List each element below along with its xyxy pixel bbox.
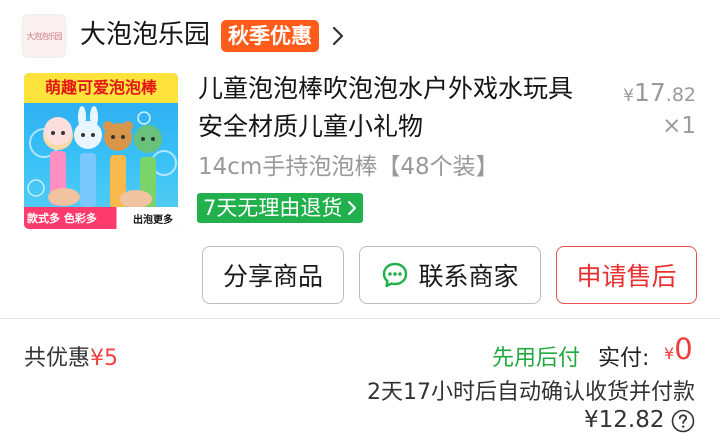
quantity: ×1 (662, 113, 696, 139)
after-sale-button[interactable]: 申请售后 (556, 246, 697, 304)
after-sale-label: 申请售后 (576, 262, 677, 291)
discount-label: 共优惠 (24, 346, 91, 371)
discount-summary: 共优惠¥5 (24, 340, 118, 372)
unit-price: ¥17.82 (601, 78, 696, 107)
contact-seller-button[interactable]: 联系商家 (359, 246, 541, 304)
return-policy-tag[interactable]: 7天无理由退货 (197, 193, 364, 223)
image-footer: 款式多 色彩多 出泡更多 (24, 207, 178, 229)
chevron-right-icon[interactable] (330, 24, 346, 48)
pay-later-label: 先用后付 (492, 346, 581, 371)
paid-value: 0 (674, 332, 693, 366)
image-footer-right: 出泡更多 (131, 210, 175, 226)
price-currency: ¥ (623, 86, 634, 106)
paid-amount: ¥0 (664, 332, 693, 366)
divider (0, 318, 720, 319)
chevron-right-icon (348, 201, 357, 215)
chat-icon (383, 262, 408, 288)
share-button[interactable]: 分享商品 (202, 246, 344, 304)
order-total: ¥12.82 (584, 407, 665, 433)
product-title[interactable]: 儿童泡泡棒吹泡泡水户外戏水玩具安全材质儿童小礼物 (198, 70, 593, 146)
discount-value: ¥5 (90, 346, 119, 371)
paid-currency: ¥ (664, 344, 675, 363)
bubble-wands-illustration (27, 106, 177, 209)
product-image[interactable]: 萌趣可爱泡泡棒 款式多 色彩多 出泡更多 (24, 73, 178, 229)
help-icon[interactable] (671, 409, 695, 433)
shop-logo-text: 大泡泡乐园 (26, 31, 63, 41)
product-spec: 14cm手持泡泡棒【48个装】 (198, 154, 499, 180)
image-footer-left: 款式多 色彩多 (27, 212, 97, 225)
share-button-label: 分享商品 (222, 262, 323, 291)
auto-confirm-notice: 2天17小时后自动确认收货并付款 (367, 380, 695, 405)
shop-logo[interactable]: 大泡泡乐园 (22, 14, 66, 58)
shop-name[interactable]: 大泡泡乐园 (80, 16, 210, 54)
paid-label: 实付: (598, 346, 650, 371)
contact-seller-label: 联系商家 (418, 262, 519, 291)
promo-badge: 秋季优惠 (221, 20, 319, 52)
return-policy-label: 7天无理由退货 (203, 196, 343, 220)
price-decimal: .82 (665, 84, 696, 106)
price-integer: 17 (633, 78, 666, 107)
